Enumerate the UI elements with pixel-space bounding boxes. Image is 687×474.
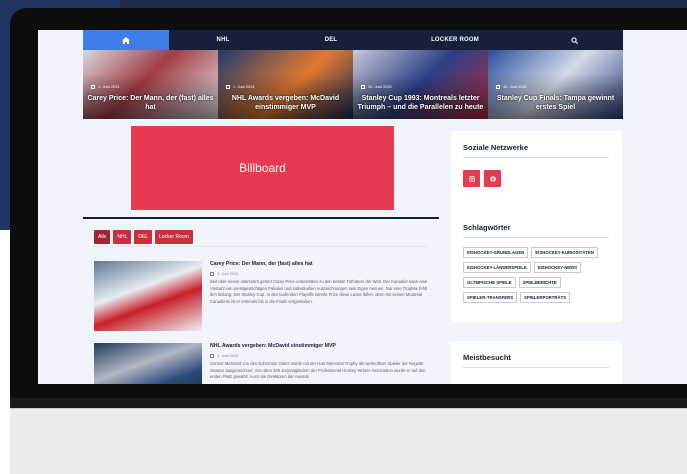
website-screen: NHL DEL LOCKER ROOM 1. Juni 2021 Carey P… [38,30,687,384]
filter-divider [94,246,427,247]
home-icon [122,36,130,44]
article-date: 1. Juni 2021 [210,271,428,276]
tag-link[interactable]: SPIELERPORTRÄTS [520,292,571,303]
widget-divider [463,367,609,368]
article-excerpt: Connor McDavid von den Edmonton Oilers w… [210,361,426,380]
billboard-ad[interactable]: Billboard [131,126,394,210]
article-title[interactable]: Carey Price: Der Mann, der (fast) alles … [210,261,428,268]
calendar-icon [210,271,214,276]
instagram-icon [468,175,475,182]
tag-link[interactable]: EISHOCKEY-LÄNDERSPIELE [463,262,531,273]
hero-tile[interactable]: 30. Juni 2021 Stanley Cup Finals: Tampa … [488,50,623,119]
hero-title[interactable]: Carey Price: Der Mann, der (fast) alles … [87,94,214,112]
main-navigation: NHL DEL LOCKER ROOM [83,30,623,50]
nav-search[interactable] [525,30,623,50]
calendar-icon [361,84,365,89]
widget-title: Soziale Netzwerke [463,143,529,152]
search-icon [570,36,578,44]
hero-tile[interactable]: 1. Juni 2021 NHL Awards vergeben: McDavi… [218,50,353,119]
hero-title[interactable]: NHL Awards vergeben: McDavid einstimmige… [222,94,349,112]
tag-link[interactable]: SPIELER-TRANSFERS [463,292,518,303]
filter-nhl[interactable]: NHL [113,230,132,244]
hero-title[interactable]: Stanley Cup Finals: Tampa gewinnt erstes… [492,94,619,112]
instagram-button[interactable] [463,170,480,187]
facebook-icon [489,175,496,182]
hero-title[interactable]: Stanley Cup 1993: Montreals letzter Triu… [357,94,484,112]
category-filters: Alle NHL DEL Locker Room [94,230,193,244]
hero-date: 30. Juni 2021 [361,84,392,89]
widget-divider [463,237,609,238]
widget-title: Meistbesucht [463,353,511,362]
tag-link[interactable]: EISHOCKEY-KURIOSITÄTEN [531,247,599,258]
hero-tile[interactable]: 1. Juni 2021 Carey Price: Der Mann, der … [83,50,218,119]
article-date: 1. Juni 2021 [210,353,428,358]
calendar-icon [210,353,214,358]
hero-date: 1. Juni 2021 [91,84,120,89]
nav-del[interactable]: DEL [277,30,385,50]
calendar-icon [91,84,95,89]
article-thumbnail[interactable] [94,343,202,384]
calendar-icon [496,84,500,89]
article-thumbnail[interactable] [94,261,202,331]
calendar-icon [226,84,230,89]
facebook-button[interactable] [484,170,501,187]
hero-slider: 1. Juni 2021 Carey Price: Der Mann, der … [83,50,623,119]
nav-locker-room[interactable]: LOCKER ROOM [385,30,525,50]
filter-locker-room[interactable]: Locker Room [155,230,193,244]
widget-divider [463,157,609,158]
tag-link[interactable]: SPIELBERICHTE [518,277,561,288]
tag-link[interactable]: EISHOCKEY-NEWS [533,262,582,273]
tags-widget: Schlagwörter EISHOCKEY-GRUNDLAGEN EISHOC… [451,211,622,322]
filter-del[interactable]: DEL [134,230,153,244]
hero-date: 30. Juni 2021 [496,84,527,89]
nav-home[interactable] [83,30,169,50]
nav-nhl[interactable]: NHL [169,30,277,50]
content-divider [83,217,439,219]
tag-link[interactable]: EISHOCKEY-GRUNDLAGEN [463,247,529,258]
filter-all[interactable]: Alle [94,230,111,244]
article-excerpt: Seit über einem Jahrzehnt gehört Carey P… [210,279,428,304]
article-title[interactable]: NHL Awards vergeben: McDavid einstimmige… [210,343,428,350]
widget-title: Schlagwörter [463,223,511,232]
hero-tile[interactable]: 30. Juni 2021 Stanley Cup 1993: Montreal… [353,50,488,119]
tag-link[interactable]: OLYMPISCHE SPIELE [463,277,516,288]
hero-date: 1. Juni 2021 [226,84,255,89]
monitor-chin [10,408,687,474]
most-visited-widget: Meistbesucht [451,341,622,384]
